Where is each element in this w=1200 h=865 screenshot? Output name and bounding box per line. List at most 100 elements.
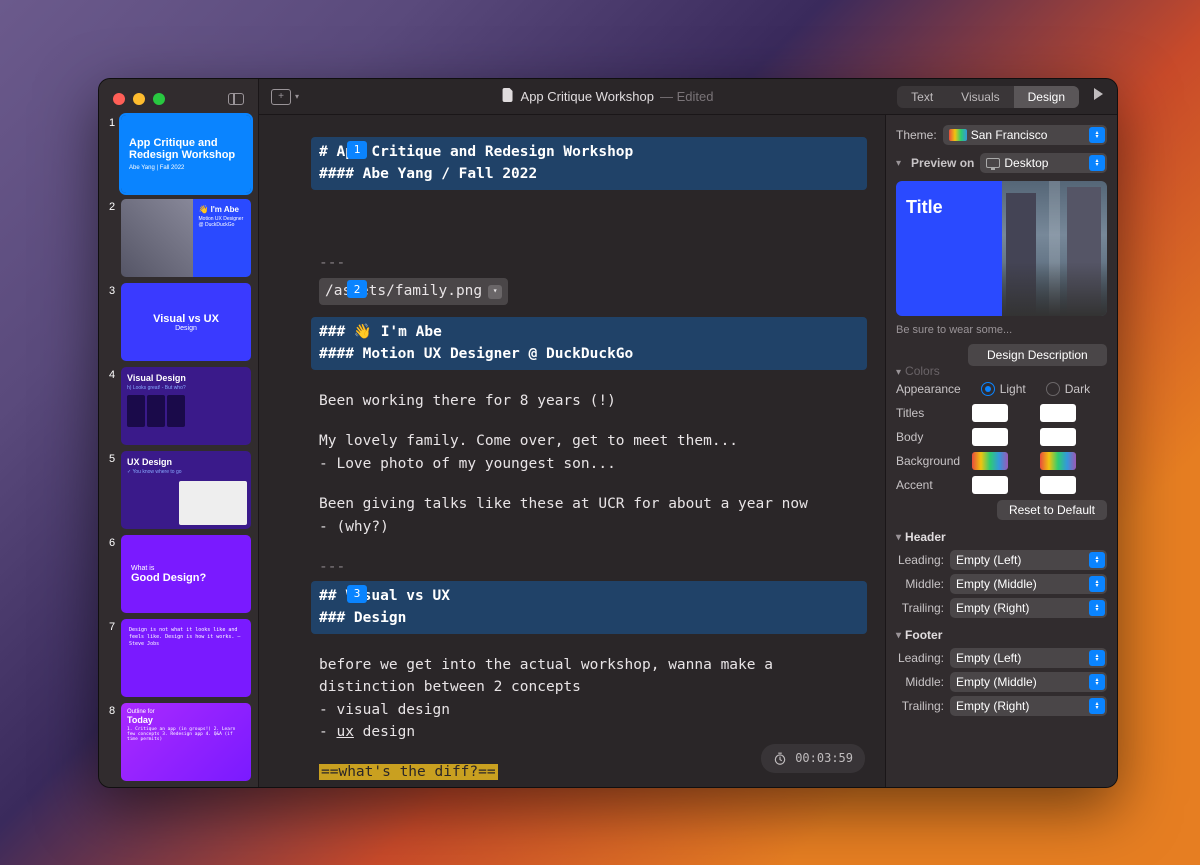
editor-line: - ux design	[319, 721, 859, 743]
accent-light-swatch[interactable]	[972, 476, 1008, 494]
editor-divider: ---	[319, 556, 859, 578]
slide-marker-2[interactable]: 2	[347, 280, 367, 298]
clock-icon	[773, 752, 787, 766]
body-color-label: Body	[896, 430, 972, 444]
theme-preview: Title	[896, 181, 1107, 316]
toolbar: + ▾ App Critique Workshop — Edited Text …	[259, 79, 1117, 115]
header-trailing-select[interactable]: Empty (Right)▴▾	[950, 598, 1107, 618]
editor-line: ### Design	[319, 607, 859, 629]
appearance-light-radio[interactable]: Light	[981, 382, 1026, 396]
thumb-sub: Abe Yang | Fall 2022	[129, 165, 243, 171]
editor-line: ## Visual vs UX	[319, 585, 859, 607]
slide-marker-1[interactable]: 1	[347, 141, 367, 159]
header-middle-select[interactable]: Empty (Middle)▴▾	[950, 574, 1107, 594]
thumb-4[interactable]: 4 Visual Design h) Looks great! - But wh…	[105, 367, 252, 445]
header-leading-select[interactable]: Empty (Left)▴▾	[950, 550, 1107, 570]
theme-swatch-icon	[949, 129, 967, 141]
appearance-label: Appearance	[896, 382, 961, 396]
editor-line: #### Motion UX Designer @ DuckDuckGo	[319, 343, 859, 365]
app-window: 1 App Critique and Redesign Workshop Abe…	[98, 78, 1118, 788]
editor-line: Been working there for 8 years (!)	[319, 390, 859, 412]
thumb-items: 1. Critique an app (in groups!) 2. Learn…	[127, 727, 245, 742]
background-light-swatch[interactable]	[972, 452, 1008, 470]
editor-highlight: ==what's the diff?==	[319, 764, 498, 780]
middle-label: Middle:	[896, 577, 944, 591]
monitor-icon	[986, 158, 1000, 168]
preview-device-select[interactable]: Desktop ▴▾	[980, 153, 1107, 173]
thumb-number: 6	[109, 537, 115, 549]
appearance-dark-radio[interactable]: Dark	[1046, 382, 1090, 396]
preview-title: Title	[906, 197, 943, 218]
thumb-2[interactable]: 2 👋 I'm Abe Motion UX Designer @ DuckDuc…	[105, 199, 252, 277]
play-button[interactable]	[1091, 87, 1105, 106]
minimize-window[interactable]	[133, 93, 145, 105]
editor-divider: ---	[319, 252, 859, 274]
window-controls	[99, 79, 258, 105]
accent-dark-swatch[interactable]	[1040, 476, 1076, 494]
add-slide-menu-chevron[interactable]: ▾	[295, 92, 299, 101]
footer-middle-select[interactable]: Empty (Middle)▴▾	[950, 672, 1107, 692]
toggle-sidebar-icon[interactable]	[228, 93, 244, 105]
theme-label: Theme:	[896, 128, 937, 142]
disclosure-icon[interactable]: ▾	[896, 630, 901, 641]
add-slide-button[interactable]: +	[271, 89, 291, 105]
editor-line: before we get into the actual workshop, …	[319, 654, 859, 699]
titles-light-swatch[interactable]	[972, 404, 1008, 422]
thumb-title: 👋 I'm Abe	[199, 205, 246, 214]
dark-label: Dark	[1065, 382, 1090, 396]
document-title[interactable]: App Critique Workshop — Edited	[503, 88, 714, 105]
view-tab-text[interactable]: Text	[897, 86, 947, 108]
thumb-1[interactable]: 1 App Critique and Redesign Workshop Abe…	[105, 115, 252, 193]
thumb-number: 2	[109, 201, 115, 213]
footer-leading-select[interactable]: Empty (Left)▴▾	[950, 648, 1107, 668]
thumb-title: Visual Design	[127, 373, 245, 383]
disclosure-icon[interactable]: ▾	[896, 532, 901, 543]
editor-line: My lovely family. Come over, get to meet…	[319, 430, 859, 452]
design-description-button[interactable]: Design Description	[968, 344, 1107, 366]
thumb-7[interactable]: 7 Design is not what it looks like and f…	[105, 619, 252, 697]
disclosure-icon[interactable]: ▾	[896, 158, 901, 169]
titles-color-label: Titles	[896, 406, 972, 420]
footer-trailing-select[interactable]: Empty (Right)▴▾	[950, 696, 1107, 716]
theme-select[interactable]: San Francisco ▴▾	[943, 125, 1107, 145]
thumb-sub: Motion UX Designer @ DuckDuckGo	[199, 216, 246, 228]
thumbnail-list: 1 App Critique and Redesign Workshop Abe…	[99, 105, 258, 787]
thumb-title: Visual vs UX	[153, 313, 219, 325]
disclosure-icon[interactable]: ▾	[896, 367, 901, 378]
slide-sidebar: 1 App Critique and Redesign Workshop Abe…	[99, 79, 259, 787]
preview-hint: Be sure to wear some...	[896, 324, 1107, 336]
view-tab-visuals[interactable]: Visuals	[947, 86, 1013, 108]
thumb-8[interactable]: 8 Outline for Today 1. Critique an app (…	[105, 703, 252, 781]
body-light-swatch[interactable]	[972, 428, 1008, 446]
thumb-5[interactable]: 5 UX Design ✓ You know where to go	[105, 451, 252, 529]
thumb-sub: ✓ You know where to go	[127, 469, 245, 475]
accent-color-label: Accent	[896, 478, 972, 492]
body-dark-swatch[interactable]	[1040, 428, 1076, 446]
document-title-text: App Critique Workshop	[521, 89, 654, 104]
thumb-number: 4	[109, 369, 115, 381]
slide-marker-3[interactable]: 3	[347, 585, 367, 603]
view-tab-design[interactable]: Design	[1014, 86, 1079, 108]
zoom-window[interactable]	[153, 93, 165, 105]
editor-line: # App Critique and Redesign Workshop	[319, 141, 859, 163]
thumb-sub: What is	[131, 565, 241, 572]
thumb-title: Good Design?	[131, 572, 241, 584]
colors-section-label: Colors	[905, 364, 940, 378]
close-window[interactable]	[113, 93, 125, 105]
thumb-number: 5	[109, 453, 115, 465]
titles-dark-swatch[interactable]	[1040, 404, 1076, 422]
header-section-label: Header	[905, 530, 946, 544]
thumb-6[interactable]: 6 What is Good Design?	[105, 535, 252, 613]
thumb-number: 8	[109, 705, 115, 717]
background-dark-swatch[interactable]	[1040, 452, 1076, 470]
editor-line: ### 👋 I'm Abe	[319, 321, 859, 343]
thumb-title: Today	[127, 715, 245, 725]
markdown-editor[interactable]: 1 # App Critique and Redesign Workshop #…	[259, 115, 885, 787]
reset-colors-button[interactable]: Reset to Default	[997, 500, 1107, 520]
editor-line: - visual design	[319, 699, 859, 721]
timer-pill[interactable]: 00:03:59	[761, 744, 865, 773]
thumb-3[interactable]: 3 Visual vs UX Design	[105, 283, 252, 361]
document-edited-label: Edited	[677, 89, 714, 104]
chevron-down-icon[interactable]: ▾	[488, 285, 502, 299]
thumb-quote: Design is not what it looks like and fee…	[129, 627, 243, 648]
